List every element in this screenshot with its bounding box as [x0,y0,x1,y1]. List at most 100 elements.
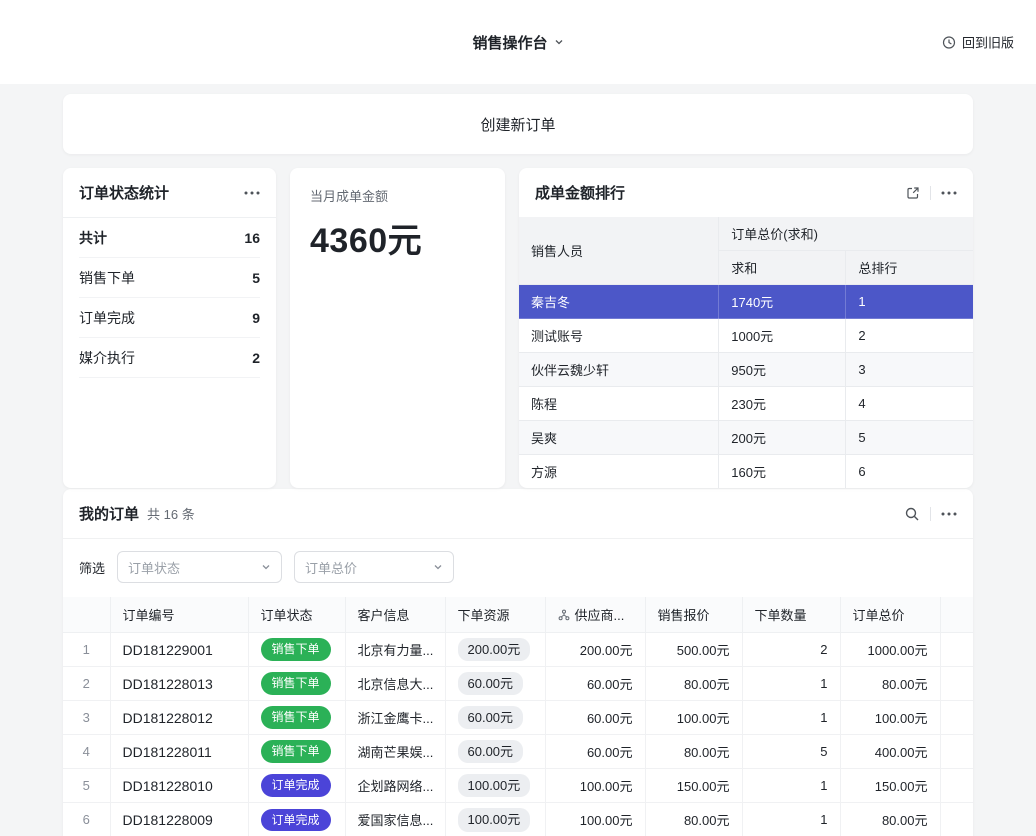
table-row[interactable]: 秦吉冬 1740元 1 [519,285,973,319]
order-status-stats-card: 订单状态统计 共计 16 销售下单 5 订单完成 9 [63,168,276,488]
order-no-cell: DD181229001 [110,633,248,667]
column-person: 销售人员 [519,217,719,285]
order-no-cell: DD181228009 [110,803,248,836]
more-icon[interactable] [941,191,957,195]
row-index: 6 [63,803,110,836]
orders-title-group: 我的订单 共 16 条 [79,503,195,524]
column-quote: 销售报价 [645,597,742,633]
chevron-down-icon [433,562,443,572]
table-row[interactable]: 6 DD181228009 订单完成 爱国家信息... 100.00元 100.… [63,803,973,836]
status-card-header: 订单状态统计 [63,168,276,218]
partial-cell [940,769,973,803]
order-status-filter[interactable]: 订单状态 [117,551,282,583]
table-row[interactable]: 陈程 230元 4 [519,387,973,421]
resource-cell: 200.00元 [445,633,545,667]
open-in-new-icon[interactable] [906,186,920,200]
quote-cell: 80.00元 [645,667,742,701]
create-order-button[interactable]: 创建新订单 [63,94,973,154]
column-sum: 求和 [719,251,846,285]
filter-label: 筛选 [79,558,105,577]
total-cell: 1000.00元 [840,633,940,667]
status-card-title: 订单状态统计 [79,182,169,203]
rank-cell: 1 [846,285,973,319]
monthly-amount-value: 4360元 [310,213,485,262]
partial-cell [940,701,973,735]
column-supplier-label: 供应商... [575,605,625,624]
resource-chip: 60.00元 [458,672,524,696]
customer-cell: 北京有力量... [345,633,445,667]
column-order-no: 订单编号 [110,597,248,633]
column-group-total: 订单总价(求和) [719,217,973,251]
search-icon[interactable] [904,506,920,522]
resource-chip: 200.00元 [458,638,531,662]
partial-cell [940,735,973,769]
more-icon[interactable] [244,191,260,195]
status-label: 订单完成 [79,308,135,328]
column-status: 订单状态 [248,597,345,633]
table-row[interactable]: 5 DD181228010 订单完成 企划路网络... 100.00元 100.… [63,769,973,803]
order-status-filter-placeholder: 订单状态 [128,558,180,577]
qty-cell: 2 [742,633,840,667]
qty-cell: 1 [742,769,840,803]
my-orders-card: 我的订单 共 16 条 筛选 订单状态 订 [63,489,973,836]
table-row[interactable]: 4 DD181228011 销售下单 湖南芒果娱... 60.00元 60.00… [63,735,973,769]
customer-cell: 湖南芒果娱... [345,735,445,769]
rank-cell: 5 [846,421,973,455]
status-cell: 订单完成 [248,803,345,836]
status-list: 共计 16 销售下单 5 订单完成 9 媒介执行 2 [63,218,276,378]
more-icon[interactable] [941,512,957,516]
supplier-cell: 60.00元 [545,735,645,769]
sum-cell: 160元 [719,455,846,489]
order-no-cell: DD181228013 [110,667,248,701]
chevron-down-icon [554,37,564,47]
ranking-card-header: 成单金额排行 [519,168,973,217]
back-to-old-version-link[interactable]: 回到旧版 [942,33,1014,52]
quote-cell: 80.00元 [645,735,742,769]
list-item: 订单完成 9 [79,298,260,338]
column-index [63,597,110,633]
row-index: 4 [63,735,110,769]
person-cell: 陈程 [519,387,719,421]
status-value: 5 [252,270,260,286]
supplier-cell: 100.00元 [545,769,645,803]
orders-card-header: 我的订单 共 16 条 [63,489,973,539]
person-cell: 方源 [519,455,719,489]
top-bar: 销售操作台 回到旧版 [0,0,1036,84]
order-total-filter[interactable]: 订单总价 [294,551,454,583]
order-no-cell: DD181228012 [110,701,248,735]
customer-cell: 爱国家信息... [345,803,445,836]
quote-cell: 500.00元 [645,633,742,667]
table-row[interactable]: 测试账号 1000元 2 [519,319,973,353]
resource-chip: 100.00元 [458,808,531,832]
customer-cell: 企划路网络... [345,769,445,803]
list-item: 共计 16 [79,218,260,258]
status-cell: 订单完成 [248,769,345,803]
ranking-card: 成单金额排行 销售人员 订单总价(求和) [519,168,973,488]
partial-cell [940,633,973,667]
table-row[interactable]: 2 DD181228013 销售下单 北京信息大... 60.00元 60.00… [63,667,973,701]
resource-cell: 100.00元 [445,803,545,836]
table-row[interactable]: 伙伴云魏少轩 950元 3 [519,353,973,387]
rank-cell: 4 [846,387,973,421]
status-value: 9 [252,310,260,326]
table-row[interactable]: 方源 160元 6 [519,455,973,489]
status-badge: 销售下单 [261,638,331,660]
row-index: 2 [63,667,110,701]
workspace-switcher[interactable]: 销售操作台 [472,32,563,53]
status-cell: 销售下单 [248,667,345,701]
column-partial [940,597,973,633]
ranking-card-title: 成单金额排行 [535,182,625,203]
sum-cell: 1000元 [719,319,846,353]
row-index: 5 [63,769,110,803]
status-value: 16 [244,230,260,246]
monthly-amount-title: 当月成单金额 [310,186,485,205]
total-cell: 80.00元 [840,667,940,701]
total-cell: 100.00元 [840,701,940,735]
table-row[interactable]: 3 DD181228012 销售下单 浙江金鹰卡... 60.00元 60.00… [63,701,973,735]
sum-cell: 1740元 [719,285,846,319]
dashboard-cards-row: 订单状态统计 共计 16 销售下单 5 订单完成 9 [63,168,973,475]
table-row[interactable]: 吴爽 200元 5 [519,421,973,455]
table-row[interactable]: 1 DD181229001 销售下单 北京有力量... 200.00元 200.… [63,633,973,667]
back-to-old-version-label: 回到旧版 [962,33,1014,52]
qty-cell: 1 [742,803,840,836]
